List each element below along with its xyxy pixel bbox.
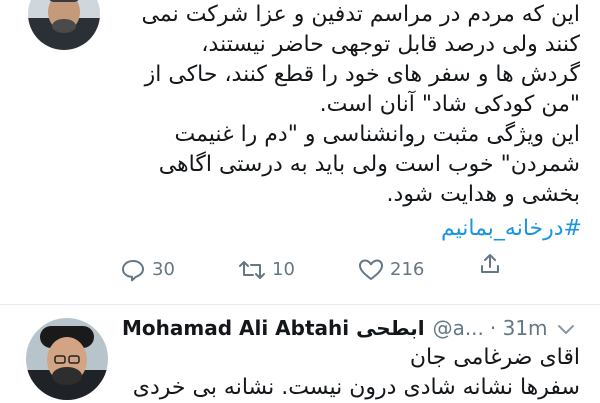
tweet-line: گردش ها و سفر های خود را قطع کنند، حاکی … [144, 62, 580, 87]
tweet-line: "من کودکی شاد" آنان است. [319, 92, 580, 117]
share-button[interactable] [478, 252, 502, 276]
retweet-button[interactable]: 10 [238, 252, 295, 288]
like-icon [358, 258, 384, 282]
divider [0, 304, 600, 305]
tweet-line: این که مردم در مراسم تدفین و عزا شرکت نم… [141, 2, 580, 27]
like-count: 216 [390, 259, 425, 280]
reply-count: 30 [152, 259, 175, 280]
reply-button[interactable]: 30 [120, 252, 175, 288]
author-avatar[interactable] [28, 0, 100, 50]
tweet-actions: 30 10 216 [0, 252, 600, 288]
retweet-count: 10 [272, 259, 295, 280]
reply-icon [120, 258, 146, 282]
reply-timestamp[interactable]: · 31m [490, 316, 548, 340]
share-icon [478, 252, 502, 276]
reply-header: Mohamad Ali Abtahi ابطحی @a... · 31m [122, 313, 548, 343]
reply-author-name[interactable]: Mohamad Ali Abtahi ابطحی [122, 316, 425, 340]
reply-text: اقای ضرغامی جان سفرها نشانه شادی درون نی… [112, 343, 580, 403]
retweet-icon [238, 258, 266, 282]
chevron-down-icon[interactable] [556, 322, 576, 341]
like-button[interactable]: 216 [358, 252, 424, 288]
reply-line: اقای ضرغامی جان [409, 345, 580, 370]
tweet-line: این ویژگی مثبت روانشناسی و "دم را غنیمت [174, 122, 580, 147]
hashtag-link[interactable]: #درخانه_بمانیم [441, 214, 582, 244]
reply-line: سفرها نشانه شادی درون نیست. نشانه بی خرد… [132, 375, 580, 400]
tweet-text: این که مردم در مراسم تدفین و عزا شرکت نم… [112, 0, 580, 210]
tweet-line: بخشی و هدایت شود. [386, 182, 580, 207]
tweet-line: کنند ولی درصد قابل توجهی حاضر نیستند، [201, 32, 580, 57]
reply-author-handle[interactable]: @a... [433, 316, 484, 340]
tweet-line: شمردن" خوب است ولی باید به درستی اگاهی [158, 152, 580, 177]
reply-author-avatar[interactable] [26, 318, 108, 400]
